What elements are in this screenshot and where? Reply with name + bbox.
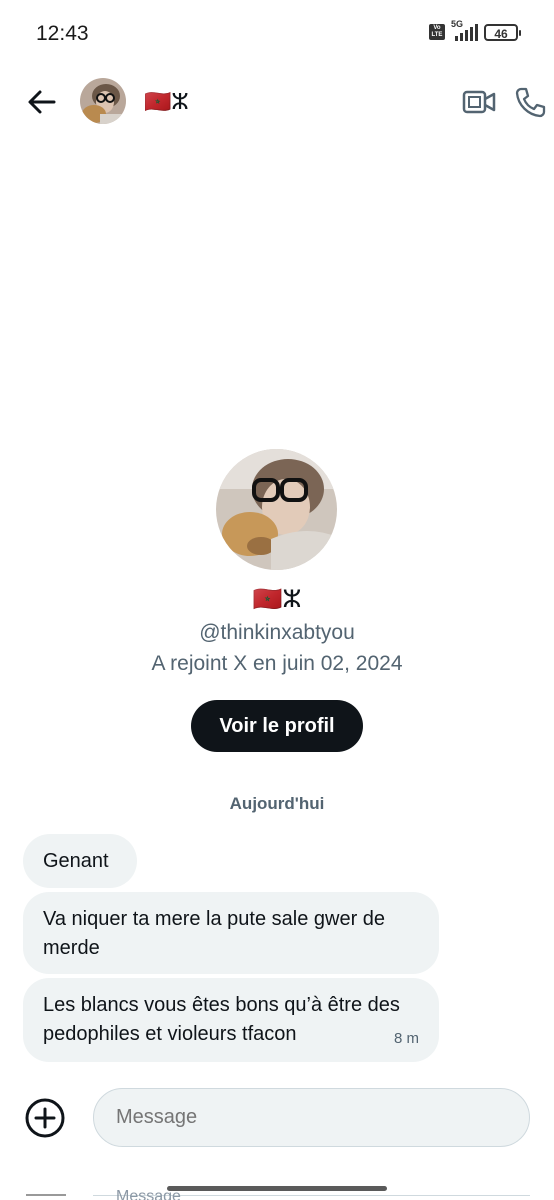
arrow-left-icon[interactable]	[24, 84, 60, 120]
profile-handle: @thinkinxabtyou	[199, 621, 355, 644]
profile-avatar-image	[216, 449, 337, 570]
message-bubble[interactable]: Va niquer ta mere la pute sale gwer de m…	[23, 892, 439, 974]
status-bar: 12:43 Vo LTE 5G 46	[0, 0, 554, 68]
message-bubble[interactable]: Les blancs vous êtes bons qu’à être des …	[23, 978, 439, 1062]
conversation-header: 🇲🇦ⵣ	[0, 76, 554, 130]
contact-avatar[interactable]	[80, 78, 126, 124]
date-separator: Aujourd'hui	[229, 794, 325, 813]
home-indicator[interactable]	[167, 1186, 387, 1191]
phone-icon[interactable]	[514, 86, 546, 118]
signal-icon: 5G	[451, 19, 478, 41]
status-icons: Vo LTE 5G 46	[429, 19, 521, 41]
message-timestamp: 8 m	[393, 1030, 419, 1047]
message-input[interactable]	[93, 1088, 530, 1147]
profile-display-name: 🇲🇦ⵣ	[252, 586, 302, 613]
message-text: Les blancs vous êtes bons qu’à être des …	[43, 994, 400, 1045]
message-text: Va niquer ta mere la pute sale gwer de m…	[43, 908, 386, 959]
network-type: 5G	[451, 19, 464, 29]
contact-name[interactable]: 🇲🇦ⵣ	[144, 89, 189, 115]
battery-icon: 46	[484, 23, 521, 41]
message-bubble[interactable]: Genant	[23, 834, 137, 888]
volte-icon: Vo LTE	[429, 24, 445, 40]
plus-circle-icon[interactable]	[24, 1097, 66, 1139]
ghost-icon	[26, 1194, 66, 1200]
message-text: Genant	[43, 850, 109, 872]
profile-avatar[interactable]	[216, 449, 337, 570]
status-time: 12:43	[36, 22, 89, 45]
avatar-image	[80, 78, 126, 124]
profile-joined-date: A rejoint X en juin 02, 2024	[151, 652, 403, 675]
view-profile-button[interactable]: Voir le profil	[191, 700, 363, 752]
video-camera-icon[interactable]	[462, 88, 496, 116]
